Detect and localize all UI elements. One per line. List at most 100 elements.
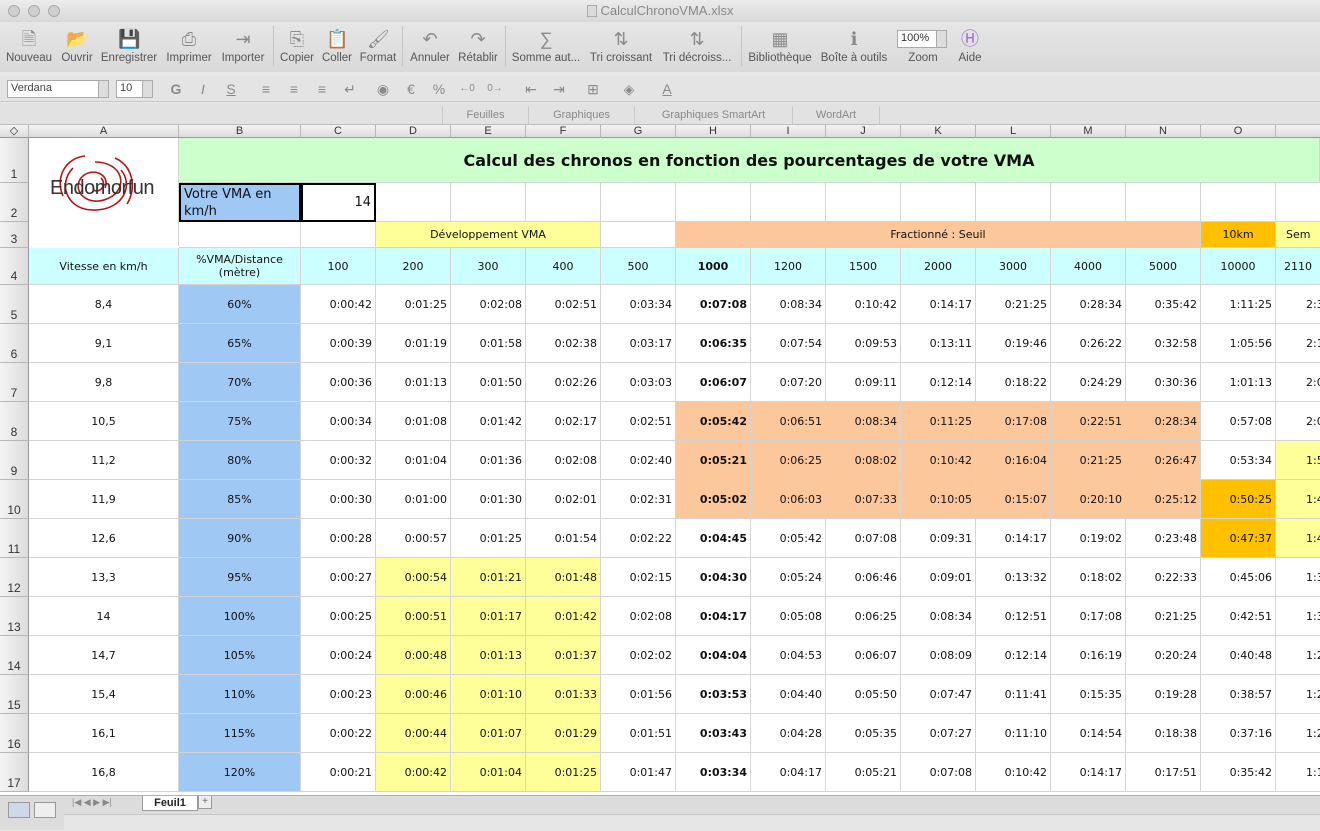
time-cell[interactable]: 0:00:22 <box>301 714 376 753</box>
cell[interactable] <box>526 183 601 222</box>
row-header-14[interactable]: 14 <box>0 636 29 675</box>
time-cell[interactable]: 0:04:17 <box>751 753 826 792</box>
time-cell[interactable]: 0:35:42 <box>1201 753 1276 792</box>
time-cell[interactable]: 0:38:57 <box>1201 675 1276 714</box>
time-cell[interactable]: 0:01:42 <box>451 402 526 441</box>
time-cell[interactable]: 0:07:54 <box>751 324 826 363</box>
percent-cell[interactable]: 60% <box>179 285 301 324</box>
align-left-icon[interactable]: ≡ <box>256 79 276 99</box>
cell[interactable] <box>1126 183 1201 222</box>
time-cell[interactable]: 0:04:28 <box>751 714 826 753</box>
time-cell[interactable]: 0:01:36 <box>451 441 526 480</box>
time-cell[interactable]: 1:2 <box>1276 636 1320 675</box>
time-cell[interactable]: 2:1 <box>1276 324 1320 363</box>
time-cell[interactable]: 0:42:51 <box>1201 597 1276 636</box>
time-cell[interactable]: 0:13:11 <box>901 324 976 363</box>
help-button[interactable]: Ⓗ Aide <box>952 24 988 70</box>
time-cell[interactable]: 0:01:13 <box>376 363 451 402</box>
undo-button[interactable]: ↶ Annuler <box>406 24 454 70</box>
time-cell[interactable]: 0:08:34 <box>826 402 901 441</box>
time-cell[interactable]: 0:14:54 <box>1051 714 1126 753</box>
percent-cell[interactable]: 95% <box>179 558 301 597</box>
time-cell[interactable]: 0:01:30 <box>451 480 526 519</box>
percent-cell[interactable]: 80% <box>179 441 301 480</box>
row-header-17[interactable]: 17 <box>0 753 29 792</box>
time-cell[interactable]: 0:01:13 <box>451 636 526 675</box>
normal-view-button[interactable] <box>8 802 30 818</box>
column-header-c[interactable]: C <box>301 125 376 138</box>
time-cell[interactable]: 0:01:19 <box>376 324 451 363</box>
cell[interactable] <box>301 222 376 248</box>
percent-cell[interactable]: 100% <box>179 597 301 636</box>
percent-icon[interactable]: % <box>429 79 449 99</box>
speed-cell[interactable]: 14,7 <box>29 636 179 675</box>
speed-cell[interactable]: 9,8 <box>29 363 179 402</box>
time-cell[interactable]: 0:01:56 <box>601 675 676 714</box>
time-cell[interactable]: 0:02:02 <box>601 636 676 675</box>
time-cell[interactable]: 0:01:10 <box>451 675 526 714</box>
time-cell[interactable]: 0:05:42 <box>751 519 826 558</box>
time-cell[interactable]: 0:02:51 <box>526 285 601 324</box>
time-cell[interactable]: 0:00:32 <box>301 441 376 480</box>
time-cell[interactable]: 0:11:41 <box>976 675 1051 714</box>
time-cell[interactable]: 0:21:25 <box>1126 597 1201 636</box>
time-cell[interactable]: 1:3 <box>1276 558 1320 597</box>
time-cell[interactable]: 0:01:07 <box>451 714 526 753</box>
time-cell[interactable]: 0:05:02 <box>676 480 751 519</box>
time-cell[interactable]: 0:57:08 <box>1201 402 1276 441</box>
time-cell[interactable]: 0:00:42 <box>301 285 376 324</box>
time-cell[interactable]: 0:06:35 <box>676 324 751 363</box>
library-button[interactable]: ▦ Bibliothèque <box>745 24 815 70</box>
time-cell[interactable]: 0:19:02 <box>1051 519 1126 558</box>
cell[interactable] <box>1276 183 1320 222</box>
time-cell[interactable]: 0:05:21 <box>826 753 901 792</box>
vma-input[interactable]: 14 <box>301 183 376 222</box>
time-cell[interactable]: 0:12:14 <box>976 636 1051 675</box>
time-cell[interactable]: 0:05:42 <box>676 402 751 441</box>
align-center-icon[interactable]: ≡ <box>284 79 304 99</box>
row-header-5[interactable]: 5 <box>0 285 29 324</box>
time-cell[interactable]: 0:22:33 <box>1126 558 1201 597</box>
italic-icon[interactable]: I <box>193 79 213 99</box>
tab-sheets[interactable]: Feuilles <box>442 106 528 124</box>
redo-button[interactable]: ↷ Rétablir <box>455 24 501 70</box>
time-cell[interactable]: 0:02:17 <box>526 402 601 441</box>
time-cell[interactable]: 0:01:42 <box>526 597 601 636</box>
column-header-o[interactable]: O <box>1201 125 1276 138</box>
time-cell[interactable]: 0:05:35 <box>826 714 901 753</box>
time-cell[interactable]: 0:01:17 <box>451 597 526 636</box>
cell[interactable] <box>451 183 526 222</box>
time-cell[interactable]: 0:15:35 <box>1051 675 1126 714</box>
percent-cell[interactable]: 70% <box>179 363 301 402</box>
import-button[interactable]: ⇥ Importer <box>217 24 269 70</box>
time-cell[interactable]: 0:25:12 <box>1126 480 1201 519</box>
time-cell[interactable]: 0:11:10 <box>976 714 1051 753</box>
speed-cell[interactable]: 11,2 <box>29 441 179 480</box>
time-cell[interactable]: 0:01:25 <box>376 285 451 324</box>
time-cell[interactable]: 1:3 <box>1276 597 1320 636</box>
time-cell[interactable]: 0:22:51 <box>1051 402 1126 441</box>
time-cell[interactable]: 0:01:47 <box>601 753 676 792</box>
time-cell[interactable]: 0:00:27 <box>301 558 376 597</box>
time-cell[interactable]: 0:03:03 <box>601 363 676 402</box>
font-size-select[interactable]: 10 <box>116 80 153 98</box>
time-cell[interactable]: 0:04:53 <box>751 636 826 675</box>
time-cell[interactable]: 0:08:34 <box>751 285 826 324</box>
sheet-nav-arrows[interactable]: |◀ ◀ ▶ ▶| <box>72 797 112 808</box>
select-all-corner[interactable]: ◇ <box>0 125 29 138</box>
time-cell[interactable]: 0:35:42 <box>1126 285 1201 324</box>
time-cell[interactable]: 0:00:54 <box>376 558 451 597</box>
time-cell[interactable]: 0:04:40 <box>751 675 826 714</box>
time-cell[interactable]: 2:3 <box>1276 285 1320 324</box>
save-button[interactable]: 💾 Enregistrer <box>98 24 160 70</box>
time-cell[interactable]: 0:01:25 <box>526 753 601 792</box>
speed-cell[interactable]: 10,5 <box>29 402 179 441</box>
time-cell[interactable]: 1:2 <box>1276 714 1320 753</box>
column-header-h[interactable]: H <box>676 125 751 138</box>
time-cell[interactable]: 0:50:25 <box>1201 480 1276 519</box>
column-header-n[interactable]: N <box>1126 125 1201 138</box>
time-cell[interactable]: 0:04:30 <box>676 558 751 597</box>
spreadsheet-grid[interactable]: ◇ ABCDEFGHIJKLMNOP1234567891011121314151… <box>0 125 1320 795</box>
time-cell[interactable]: 1:2 <box>1276 675 1320 714</box>
time-cell[interactable]: 0:00:42 <box>376 753 451 792</box>
